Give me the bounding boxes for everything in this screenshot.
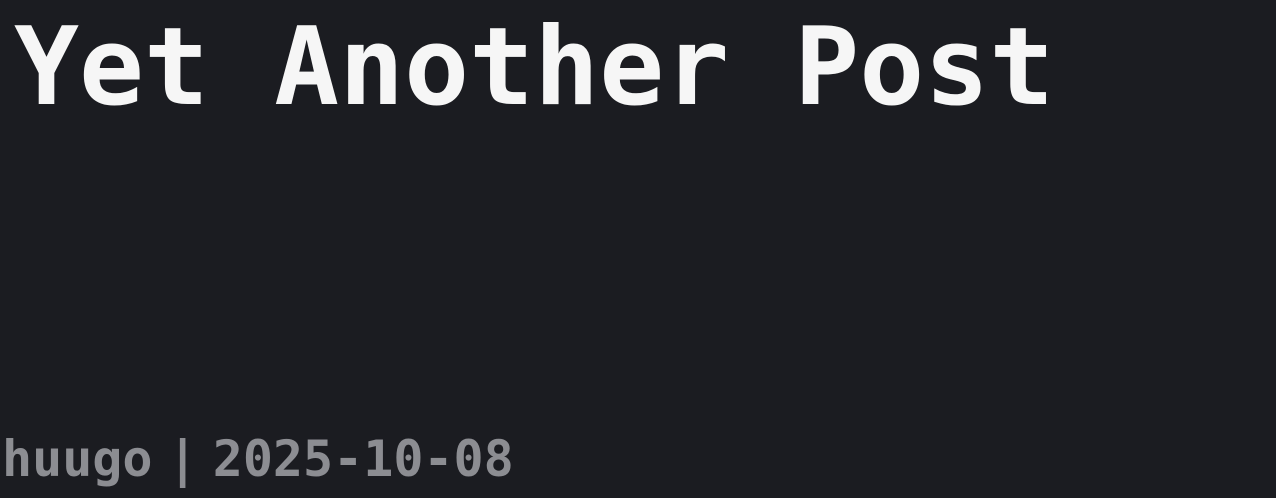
meta-separator: | [167, 430, 198, 488]
post-header: Yet Another Post huugo | 2025-10-08 [0, 0, 1276, 498]
post-meta: huugo | 2025-10-08 [2, 434, 514, 484]
post-title: Yet Another Post [14, 5, 1055, 130]
post-date: 2025-10-08 [212, 430, 514, 488]
post-author: huugo [2, 430, 153, 488]
